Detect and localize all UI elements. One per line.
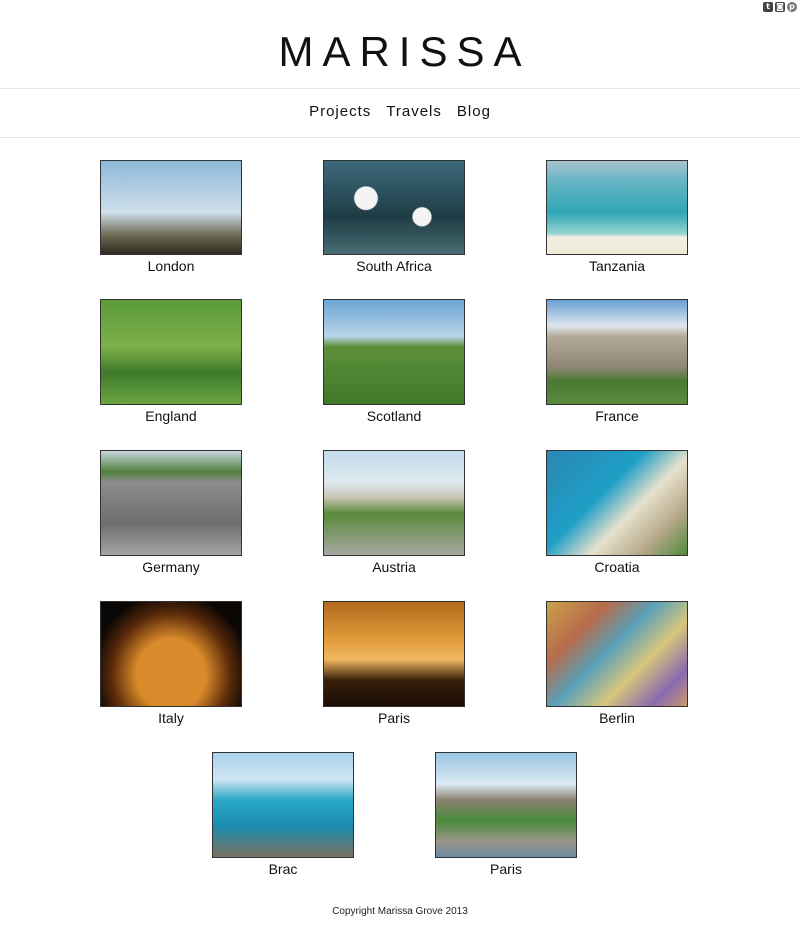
london-photo[interactable] — [100, 160, 242, 255]
brac-photo[interactable] — [212, 752, 354, 858]
gallery-item-germany[interactable]: Germany — [100, 450, 242, 575]
gallery-item-brac[interactable]: Brac — [212, 752, 354, 877]
france-photo[interactable] — [546, 299, 688, 405]
gallery-caption[interactable]: London — [100, 258, 242, 274]
gallery-caption[interactable]: Scotland — [323, 408, 465, 424]
nav-divider — [0, 137, 800, 138]
gallery-item-south-africa[interactable]: South Africa — [323, 160, 465, 274]
scotland-photo[interactable] — [323, 299, 465, 405]
gallery-item-paris-2[interactable]: Paris — [435, 752, 577, 877]
germany-photo[interactable] — [100, 450, 242, 556]
gallery-item-croatia[interactable]: Croatia — [546, 450, 688, 575]
gallery-item-london[interactable]: London — [100, 160, 242, 274]
gallery-item-england[interactable]: England — [100, 299, 242, 424]
paris-notre-dame-photo[interactable] — [435, 752, 577, 858]
gallery-caption[interactable]: Italy — [100, 710, 242, 726]
gallery-caption[interactable]: Paris — [435, 861, 577, 877]
footer-copyright: Copyright Marissa Grove 2013 — [332, 906, 468, 917]
gallery-caption[interactable]: England — [100, 408, 242, 424]
gallery-caption[interactable]: France — [546, 408, 688, 424]
south-africa-photo[interactable] — [323, 160, 465, 255]
gallery-caption[interactable]: Paris — [323, 710, 465, 726]
gallery-caption[interactable]: South Africa — [323, 258, 465, 274]
italy-photo[interactable] — [100, 601, 242, 707]
tanzania-photo[interactable] — [546, 160, 688, 255]
gallery-caption[interactable]: Brac — [212, 861, 354, 877]
nav-projects[interactable]: Projects — [309, 103, 371, 120]
croatia-photo[interactable] — [546, 450, 688, 556]
gallery-caption[interactable]: Germany — [100, 559, 242, 575]
england-photo[interactable] — [100, 299, 242, 405]
pinterest-icon[interactable]: p — [787, 2, 797, 12]
instagram-icon[interactable]: ◙ — [775, 2, 785, 12]
gallery-caption[interactable]: Berlin — [546, 710, 688, 726]
paris-sunset-photo[interactable] — [323, 601, 465, 707]
gallery-item-paris-1[interactable]: Paris — [323, 601, 465, 726]
tumblr-icon[interactable]: t — [763, 2, 773, 12]
main-nav: Projects Travels Blog — [0, 103, 800, 120]
gallery-caption[interactable]: Austria — [323, 559, 465, 575]
gallery-item-france[interactable]: France — [546, 299, 688, 424]
nav-travels[interactable]: Travels — [386, 103, 442, 120]
nav-blog[interactable]: Blog — [457, 103, 491, 120]
site-title[interactable]: MARISSA — [0, 30, 800, 74]
gallery-caption[interactable]: Tanzania — [546, 258, 688, 274]
gallery-item-italy[interactable]: Italy — [100, 601, 242, 726]
gallery-caption[interactable]: Croatia — [546, 559, 688, 575]
gallery-item-scotland[interactable]: Scotland — [323, 299, 465, 424]
social-links: t ◙ p — [763, 2, 797, 12]
gallery-item-austria[interactable]: Austria — [323, 450, 465, 575]
header-divider — [0, 88, 800, 89]
austria-photo[interactable] — [323, 450, 465, 556]
berlin-photo[interactable] — [546, 601, 688, 707]
gallery-item-berlin[interactable]: Berlin — [546, 601, 688, 726]
gallery-item-tanzania[interactable]: Tanzania — [546, 160, 688, 274]
